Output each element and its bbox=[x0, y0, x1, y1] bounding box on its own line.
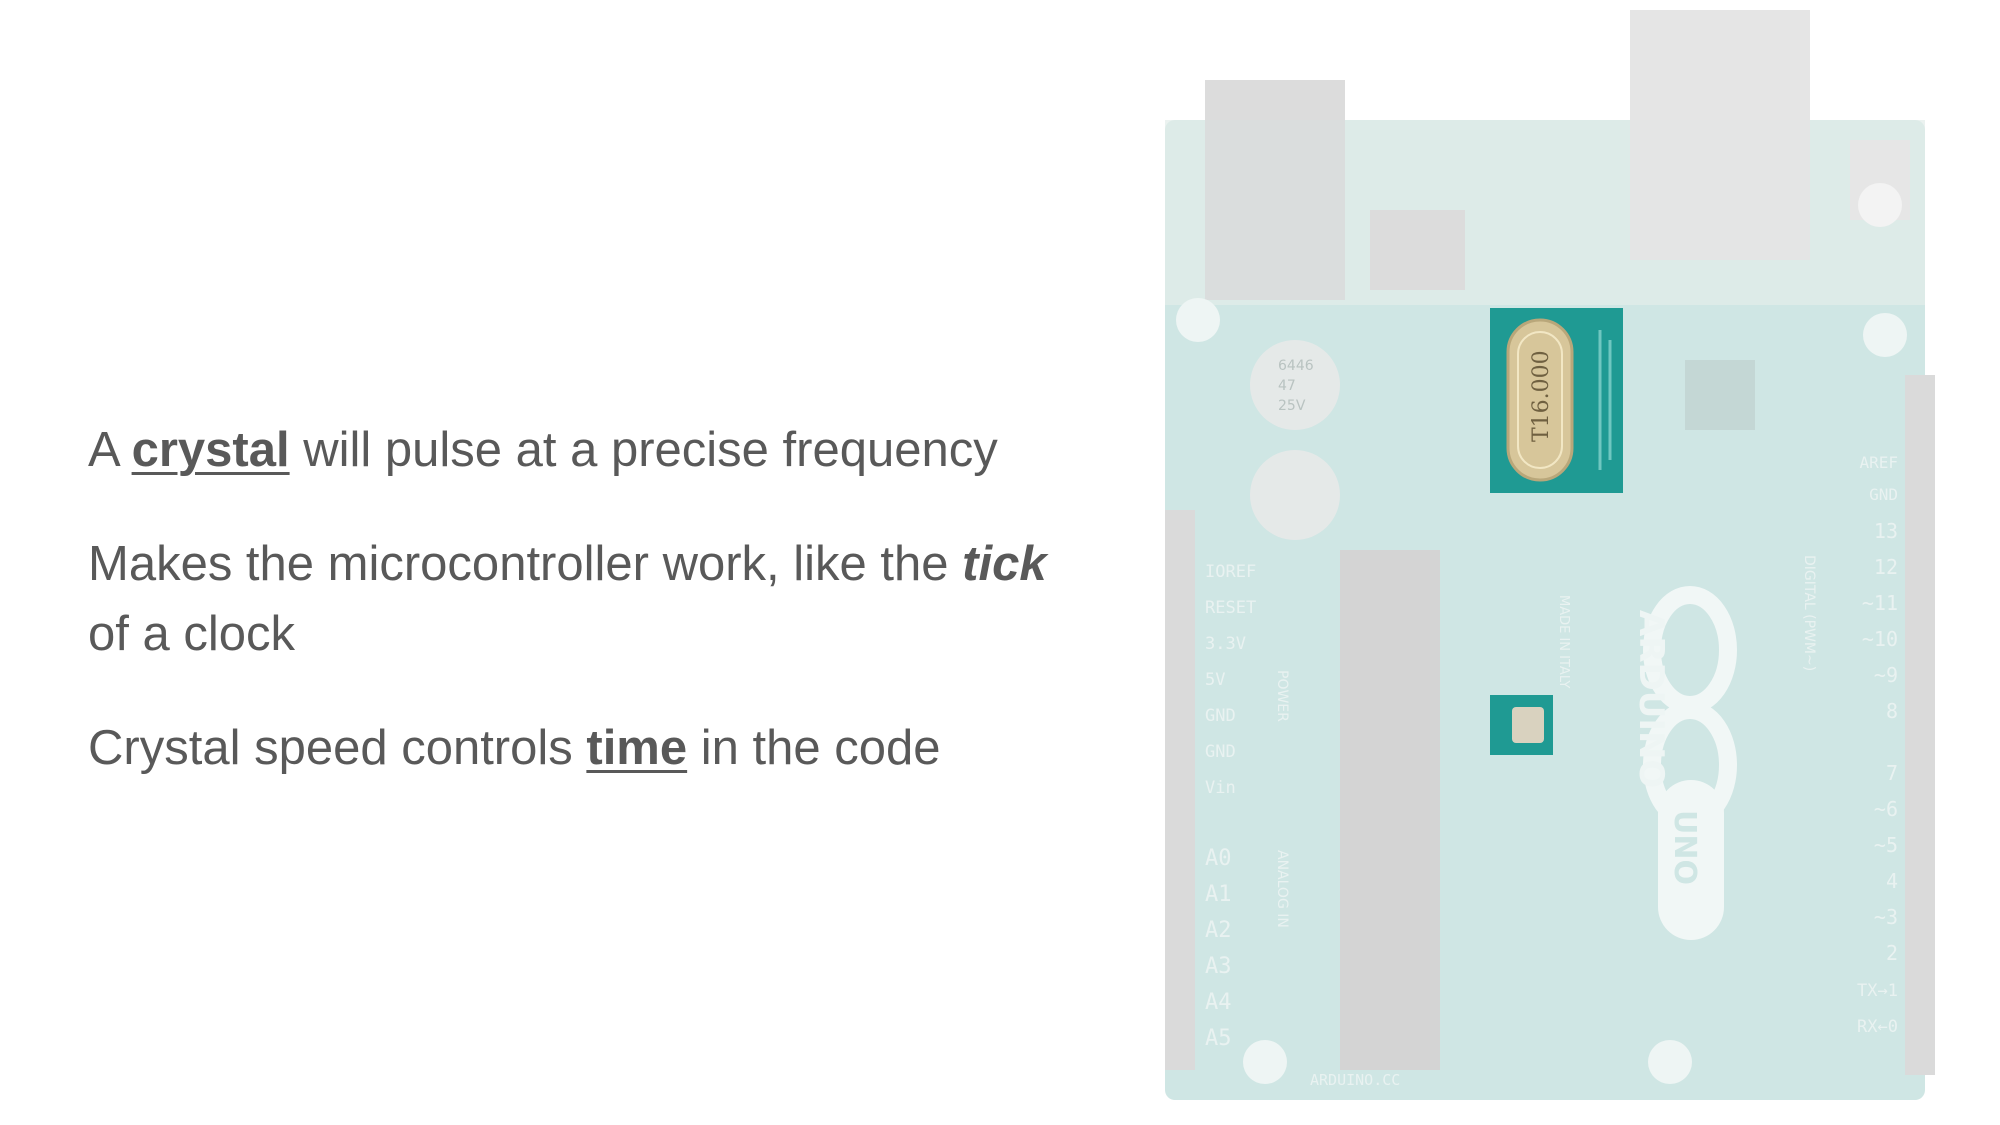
pin-label: 2 bbox=[1886, 941, 1898, 965]
pin-label: A1 bbox=[1205, 882, 1232, 907]
text-segment: Crystal speed controls bbox=[88, 721, 587, 775]
text-segment: Makes the microcontroller work, like the bbox=[88, 537, 963, 591]
text-segment: in the code bbox=[687, 721, 941, 775]
pin-label: 13 bbox=[1874, 519, 1898, 543]
pin-label: GND bbox=[1869, 485, 1898, 504]
pin-label: ~11 bbox=[1862, 591, 1898, 615]
pin-label: 3.3V bbox=[1205, 634, 1246, 654]
capacitor bbox=[1250, 450, 1340, 540]
analog-section-label: ANALOG IN bbox=[1274, 850, 1290, 928]
power-jack-body bbox=[1205, 80, 1345, 300]
mount-hole bbox=[1243, 1040, 1287, 1084]
pin-label: AREF bbox=[1859, 453, 1898, 472]
pin-label: 7 bbox=[1886, 761, 1898, 785]
pin-label: GND bbox=[1205, 706, 1236, 726]
bullet-time: Crystal speed controls time in the code bbox=[88, 713, 1098, 783]
pin-label: Vin bbox=[1205, 778, 1236, 798]
pin-label: A5 bbox=[1205, 1026, 1232, 1051]
digital-header bbox=[1905, 375, 1935, 1075]
capacitor-label: 25V bbox=[1278, 398, 1306, 414]
text-segment: will pulse at a precise frequency bbox=[289, 423, 998, 477]
brand-text: ARDUINO bbox=[1631, 610, 1671, 788]
text-segment: of a clock bbox=[88, 607, 295, 661]
pin-label: 8 bbox=[1886, 699, 1898, 723]
pin-label: IOREF bbox=[1205, 562, 1256, 582]
mount-hole bbox=[1863, 313, 1907, 357]
resonator-component bbox=[1512, 707, 1544, 743]
capacitor-label: 47 bbox=[1278, 378, 1296, 394]
capacitor-label: 6446 bbox=[1278, 358, 1314, 374]
microcontroller-chip bbox=[1340, 550, 1440, 1070]
power-header bbox=[1165, 510, 1195, 1070]
usb-chip bbox=[1685, 360, 1755, 430]
website-text: ARDUINO.CC bbox=[1310, 1071, 1400, 1089]
pin-label: 12 bbox=[1874, 555, 1898, 579]
pin-label: ~3 bbox=[1874, 905, 1898, 929]
pin-label: RX←0 bbox=[1857, 1017, 1898, 1037]
pin-label: ~6 bbox=[1874, 797, 1898, 821]
slide: A crystal will pulse at a precise freque… bbox=[0, 0, 2000, 1125]
emphasis-tick: tick bbox=[962, 537, 1047, 591]
pin-label: RESET bbox=[1205, 598, 1256, 618]
pin-label: 4 bbox=[1886, 869, 1898, 893]
pin-label: 5V bbox=[1205, 670, 1225, 690]
made-in-text: MADE IN ITALY bbox=[1556, 595, 1571, 688]
reset-button-cap bbox=[1858, 183, 1902, 227]
pin-label: TX→1 bbox=[1857, 981, 1898, 1001]
model-text: UNO bbox=[1667, 810, 1702, 885]
pin-label: ~5 bbox=[1874, 833, 1898, 857]
power-section-label: POWER bbox=[1274, 670, 1290, 722]
pin-label: ~9 bbox=[1874, 663, 1898, 687]
pin-label: A2 bbox=[1205, 918, 1232, 943]
arduino-board-image: 6446 47 25V ARDUINO UNO ARDUINO.CC MADE … bbox=[1160, 10, 1940, 1110]
emphasis-time: time bbox=[586, 721, 688, 775]
emphasis-crystal: crystal bbox=[131, 423, 290, 477]
bullet-tick: Makes the microcontroller work, like the… bbox=[88, 529, 1098, 669]
usb-body bbox=[1630, 10, 1810, 260]
text-segment: A bbox=[88, 423, 132, 477]
pin-label: GND bbox=[1205, 742, 1236, 762]
pin-label: ~10 bbox=[1862, 627, 1898, 651]
pin-label: A0 bbox=[1205, 846, 1232, 871]
voltage-regulator bbox=[1370, 210, 1465, 290]
digital-section-label: DIGITAL (PWM~) bbox=[1801, 555, 1817, 671]
pin-label: A4 bbox=[1205, 990, 1232, 1015]
arduino-board-svg: 6446 47 25V ARDUINO UNO ARDUINO.CC MADE … bbox=[1165, 10, 1935, 1100]
mount-hole bbox=[1648, 1040, 1692, 1084]
mount-hole bbox=[1176, 298, 1220, 342]
crystal-marking: T16.000 bbox=[1529, 350, 1554, 442]
slide-text: A crystal will pulse at a precise freque… bbox=[88, 415, 1098, 827]
bullet-crystal: A crystal will pulse at a precise freque… bbox=[88, 415, 1098, 485]
pin-label: A3 bbox=[1205, 954, 1232, 979]
